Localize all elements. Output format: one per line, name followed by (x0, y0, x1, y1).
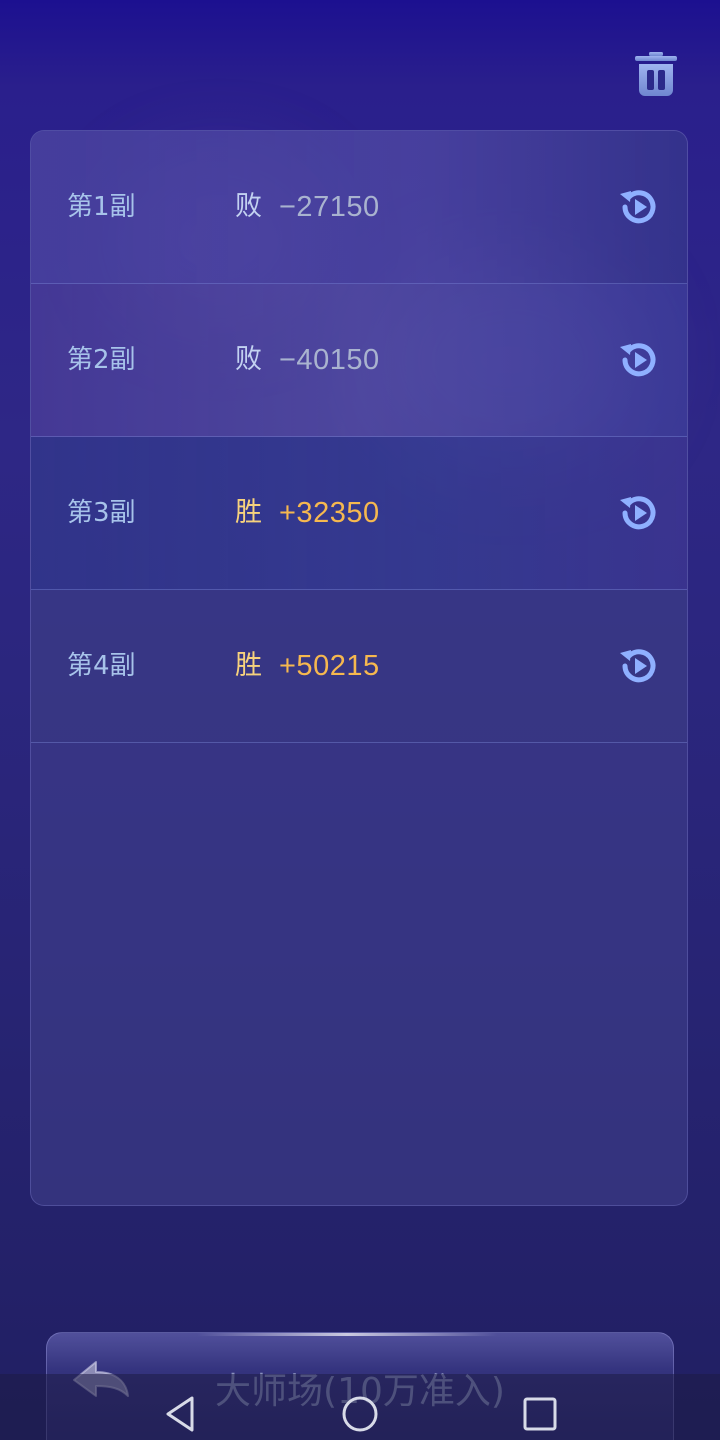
delete-all-button[interactable] (632, 50, 680, 98)
record-score: −40150 (279, 344, 380, 376)
record-label: 第2副 (67, 345, 136, 375)
replay-icon[interactable] (617, 185, 661, 229)
record-score: +32350 (279, 497, 380, 529)
system-navigation-bar (0, 1374, 720, 1440)
square-recents-icon[interactable] (520, 1394, 560, 1434)
record-label: 第3副 (67, 498, 136, 528)
record-label: 第1副 (67, 192, 136, 222)
record-result: 败 (235, 344, 262, 375)
circle-home-icon[interactable] (340, 1394, 380, 1434)
record-result: 胜 (235, 497, 262, 528)
record-row[interactable]: 第2副 败 −40150 (31, 284, 687, 437)
room-bar-highlight (197, 1333, 497, 1336)
record-row[interactable]: 第4副 胜 +50215 (31, 590, 687, 743)
records-panel: 第1副 败 −27150 第2副 败 −40150 第3副 胜 +32350 第… (30, 130, 688, 1206)
triangle-back-icon[interactable] (160, 1394, 200, 1434)
record-result: 胜 (235, 650, 262, 681)
record-label: 第4副 (67, 651, 136, 681)
records-list: 第1副 败 −27150 第2副 败 −40150 第3副 胜 +32350 第… (31, 131, 687, 743)
record-row[interactable]: 第1副 败 −27150 (31, 131, 687, 284)
replay-icon[interactable] (617, 491, 661, 535)
record-result: 败 (235, 191, 262, 222)
record-row[interactable]: 第3副 胜 +32350 (31, 437, 687, 590)
record-score: −27150 (279, 191, 380, 223)
replay-icon[interactable] (617, 644, 661, 688)
trash-icon (635, 52, 677, 96)
record-score: +50215 (279, 650, 380, 682)
replay-icon[interactable] (617, 338, 661, 382)
